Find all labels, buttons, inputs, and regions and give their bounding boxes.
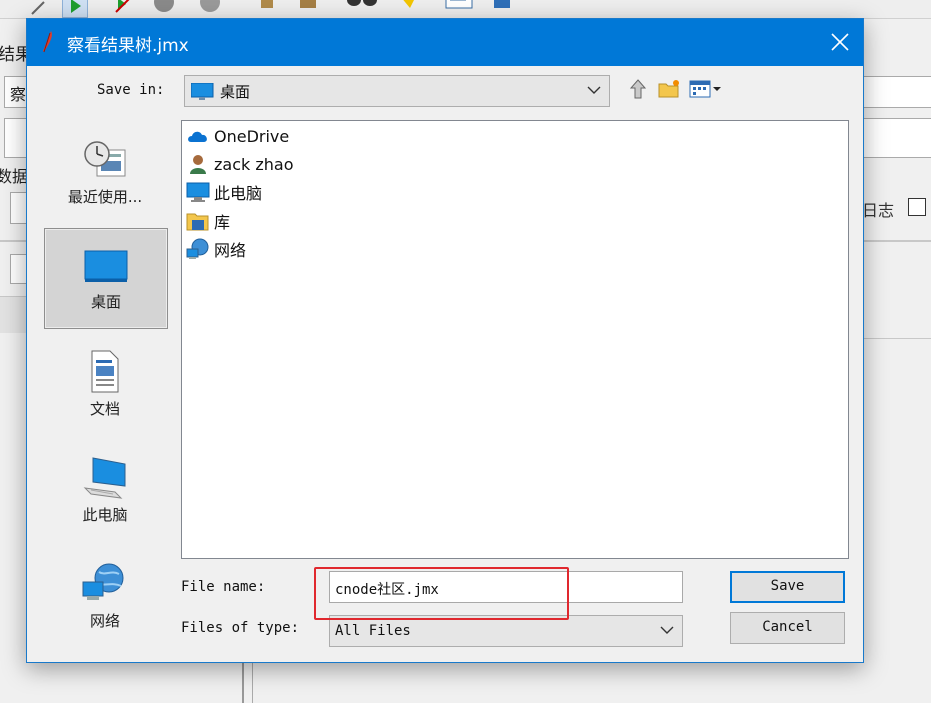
function-helper-icon[interactable]	[444, 0, 473, 16]
view-menu-icon[interactable]	[689, 78, 723, 100]
place-this-pc[interactable]: 此电脑	[44, 456, 166, 528]
chevron-down-icon	[660, 626, 674, 634]
save-in-value: 桌面	[220, 83, 251, 101]
place-recent[interactable]: 最近使用...	[44, 140, 166, 220]
clear-all-icon[interactable]	[296, 0, 320, 16]
save-button[interactable]: Save	[730, 571, 845, 603]
recent-icon	[84, 141, 126, 177]
bg-splitter-2	[252, 661, 253, 703]
bg-comment-field-right[interactable]	[862, 118, 931, 158]
save-in-combo[interactable]: 桌面	[184, 75, 610, 107]
file-name: 库	[214, 213, 231, 232]
file-name: OneDrive	[214, 126, 290, 146]
save-in-label: Save in:	[97, 82, 165, 98]
start-no-pause-icon[interactable]	[112, 0, 136, 16]
reset-search-icon[interactable]	[396, 0, 420, 16]
place-label: 最近使用...	[67, 188, 143, 206]
save-dialog: 察看结果树.jmx Save in: 桌面 最近使用... 桌面 文档 此电脑 …	[26, 18, 864, 663]
place-network[interactable]: 网络	[44, 562, 166, 634]
files-of-type-combo[interactable]: All Files	[329, 615, 683, 647]
network-icon	[186, 238, 209, 259]
bg-splitter[interactable]	[242, 661, 244, 703]
close-icon	[831, 33, 849, 51]
chevron-down-icon	[587, 86, 601, 94]
up-one-level-icon[interactable]	[627, 78, 649, 100]
bg-log-checkbox[interactable]	[908, 198, 926, 216]
list-item-this-pc[interactable]: 此电脑	[186, 180, 262, 204]
user-icon	[190, 155, 206, 174]
search-icon[interactable]	[346, 0, 377, 16]
list-item-onedrive[interactable]: OneDrive	[186, 124, 289, 148]
jmeter-feather-icon	[41, 30, 55, 54]
bg-comment-field[interactable]	[4, 118, 28, 158]
bg-divider-right-2	[862, 338, 931, 339]
library-icon	[186, 213, 209, 231]
place-label: 此电脑	[82, 506, 128, 524]
place-label: 桌面	[90, 293, 121, 311]
bg-partial-label-data: 数据	[0, 167, 29, 186]
file-list[interactable]: OneDrive zack zhao 此电脑 库 网络	[181, 120, 849, 559]
new-folder-icon[interactable]	[658, 78, 680, 100]
close-button[interactable]	[817, 19, 863, 66]
file-name-input[interactable]: cnode社区.jmx	[329, 571, 683, 603]
documents-icon	[91, 350, 119, 393]
list-item-user[interactable]: zack zhao	[186, 152, 293, 176]
start-icon[interactable]	[62, 0, 88, 18]
bg-name-field-right[interactable]	[862, 76, 931, 108]
files-of-type-value: All Files	[335, 623, 411, 639]
places-bar: 最近使用... 桌面 文档 此电脑 网络	[44, 118, 168, 645]
file-name: zack zhao	[214, 154, 294, 174]
place-documents[interactable]: 文档	[44, 350, 166, 422]
dialog-title: 察看结果树.jmx	[67, 36, 189, 56]
file-name: 网络	[214, 241, 247, 260]
file-name-value: cnode社区.jmx	[335, 582, 439, 598]
bg-header-strip	[0, 296, 26, 333]
network-icon	[82, 563, 124, 600]
dialog-titlebar[interactable]: 察看结果树.jmx	[27, 19, 863, 66]
desktop-icon	[191, 83, 214, 100]
bg-partial-label-name: 察	[10, 85, 27, 104]
list-item-network[interactable]: 网络	[186, 237, 246, 261]
bg-divider-right	[862, 240, 931, 242]
shutdown-icon[interactable]	[198, 0, 222, 16]
clear-icon[interactable]	[255, 0, 279, 16]
this-pc-icon	[83, 457, 126, 499]
files-of-type-label: Files of type:	[181, 620, 300, 636]
cloud-icon	[188, 131, 207, 142]
place-label: 文档	[89, 400, 120, 418]
wrench-icon[interactable]	[28, 0, 52, 16]
computer-icon	[186, 182, 210, 202]
list-item-library[interactable]: 库	[186, 209, 230, 233]
place-desktop[interactable]: 桌面	[44, 228, 168, 329]
bg-partial-label-log: 日志	[862, 201, 895, 220]
background-toolbar	[0, 0, 931, 19]
file-name-label: File name:	[181, 579, 266, 595]
bg-divider	[0, 240, 26, 242]
stop-icon[interactable]	[152, 0, 176, 16]
cancel-button[interactable]: Cancel	[730, 612, 845, 644]
place-label: 网络	[89, 612, 120, 630]
help-icon[interactable]	[490, 0, 514, 16]
file-name: 此电脑	[214, 184, 263, 203]
desktop-icon	[84, 250, 128, 282]
